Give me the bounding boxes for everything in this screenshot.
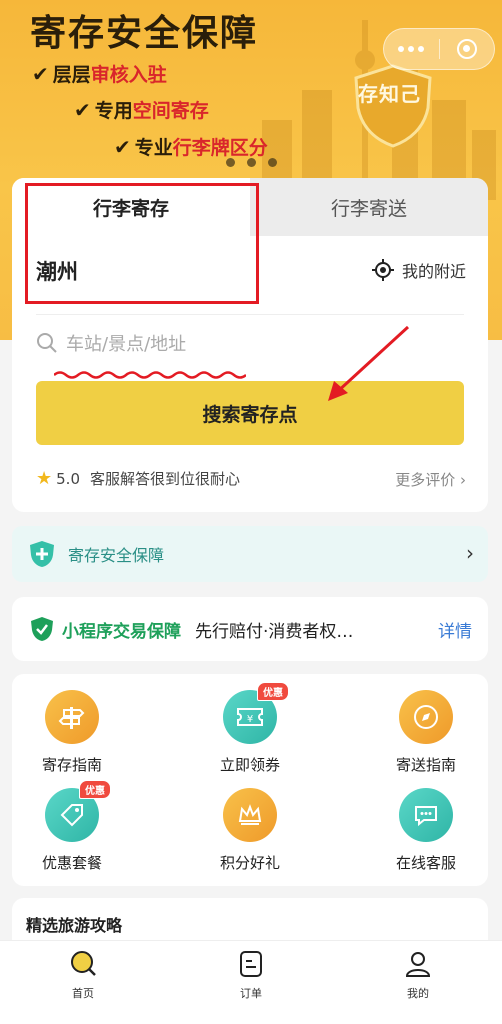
- arrow-annotation: [328, 325, 410, 401]
- coupon-icon: ¥ 优惠: [223, 682, 289, 744]
- compass-icon: [399, 690, 453, 744]
- chevron-right-icon: ›: [460, 471, 466, 489]
- storage-safety-banner[interactable]: 寄存安全保障 ›: [12, 526, 488, 582]
- shield-check-icon: [31, 617, 53, 641]
- close-miniprogram-icon[interactable]: [439, 39, 494, 59]
- more-reviews-label: 更多评价: [395, 471, 456, 489]
- chat-icon: [399, 788, 453, 842]
- feature-text: 专用: [94, 100, 133, 122]
- banner-feature-2: ✔ 专用 空间寄存: [74, 96, 209, 123]
- squiggle-underline-annotation: [54, 371, 246, 379]
- signpost-icon: [45, 690, 99, 744]
- tabbar-item-orders[interactable]: 订单: [211, 949, 291, 1001]
- svg-text:¥: ¥: [247, 714, 253, 725]
- service-label: 寄送指南: [395, 756, 456, 774]
- more-icon[interactable]: [384, 46, 439, 52]
- nearby-button[interactable]: 我的附近: [371, 258, 466, 282]
- feature-highlight: 行李牌区分: [172, 137, 268, 159]
- crown-icon: [223, 788, 277, 842]
- guarantee-description: 先行赔付·消费者权…: [195, 621, 354, 642]
- search-card: 行李寄存 行李寄送 潮州 我的附近 车站/景点/地址 搜索寄存点 ★ 5.0 客…: [12, 178, 488, 512]
- locate-icon: [371, 259, 394, 281]
- discount-badge: 优惠: [79, 780, 111, 799]
- tabbar-item-home[interactable]: 首页: [43, 949, 123, 1001]
- feature-text: 层层: [52, 64, 91, 86]
- home-search-icon: [71, 951, 96, 976]
- guarantee-label: 小程序交易保障: [62, 621, 181, 642]
- check-icon: ✔: [114, 134, 131, 159]
- service-points-gift[interactable]: 积分好礼: [190, 788, 310, 873]
- service-online-support[interactable]: 在线客服: [366, 788, 486, 873]
- rating-score: 5.0: [56, 469, 80, 488]
- banner-title: 寄存安全保障: [30, 13, 259, 54]
- chevron-right-icon: ›: [466, 541, 474, 565]
- feature-text: 专业: [134, 137, 173, 159]
- rating-summary: ★ 5.0 客服解答很到位很耐心: [36, 468, 240, 489]
- nearby-label: 我的附近: [401, 262, 466, 281]
- service-delivery-guide[interactable]: 寄送指南: [366, 690, 486, 775]
- services-grid: 寄存指南 ¥ 优惠 立即领券 寄送指南 优惠 优惠套餐 积分好礼 在线客服: [12, 674, 488, 886]
- section-title: 精选旅游攻略: [26, 916, 123, 935]
- star-icon: ★: [36, 468, 53, 489]
- service-label: 优惠套餐: [41, 854, 102, 872]
- bottom-tabbar: 首页 订单 我的: [0, 940, 502, 1024]
- shield-text: 存知己: [358, 82, 421, 106]
- more-reviews-link[interactable]: 更多评价 ›: [395, 469, 466, 490]
- discount-badge: 优惠: [257, 682, 289, 701]
- check-icon: ✔: [74, 97, 91, 122]
- order-icon: [240, 951, 262, 977]
- service-label: 立即领券: [219, 756, 280, 774]
- tabbar-item-profile[interactable]: 我的: [378, 949, 458, 1001]
- shield-plus-icon: [30, 541, 54, 567]
- miniprogram-capsule: [383, 28, 495, 70]
- banner-feature-1: ✔ 层层 审核入驻: [32, 60, 167, 87]
- service-claim-coupon[interactable]: ¥ 优惠 立即领券: [190, 682, 310, 775]
- safety-label: 寄存安全保障: [68, 546, 165, 565]
- search-icon: [37, 333, 57, 353]
- feature-highlight: 审核入驻: [90, 64, 167, 86]
- feature-highlight: 空间寄存: [132, 100, 209, 122]
- tab-luggage-delivery[interactable]: 行李寄送: [250, 178, 488, 236]
- tabbar-label: 首页: [72, 987, 94, 1000]
- tag-icon: 优惠: [45, 780, 111, 842]
- search-placeholder: 车站/景点/地址: [66, 334, 187, 355]
- trade-guarantee-bar[interactable]: 小程序交易保障 先行赔付·消费者权… 详情: [12, 597, 488, 661]
- tabbar-label: 我的: [407, 987, 429, 1000]
- carousel-dots: [226, 158, 277, 167]
- service-label: 在线客服: [395, 854, 456, 872]
- service-label: 寄存指南: [41, 756, 102, 774]
- check-icon: ✔: [32, 61, 49, 86]
- search-input[interactable]: 车站/景点/地址: [36, 330, 186, 356]
- user-icon: [405, 952, 431, 977]
- service-storage-guide[interactable]: 寄存指南: [12, 690, 132, 775]
- tabbar-label: 订单: [240, 987, 262, 1000]
- service-discount-package[interactable]: 优惠 优惠套餐: [12, 780, 132, 873]
- guarantee-detail-link[interactable]: 详情: [438, 617, 472, 642]
- highlight-box-annotation: [25, 183, 259, 304]
- service-label: 积分好礼: [219, 854, 280, 872]
- divider: [36, 314, 464, 315]
- banner-feature-3: ✔ 专业 行李牌区分: [114, 133, 268, 160]
- rating-comment: 客服解答很到位很耐心: [90, 470, 241, 488]
